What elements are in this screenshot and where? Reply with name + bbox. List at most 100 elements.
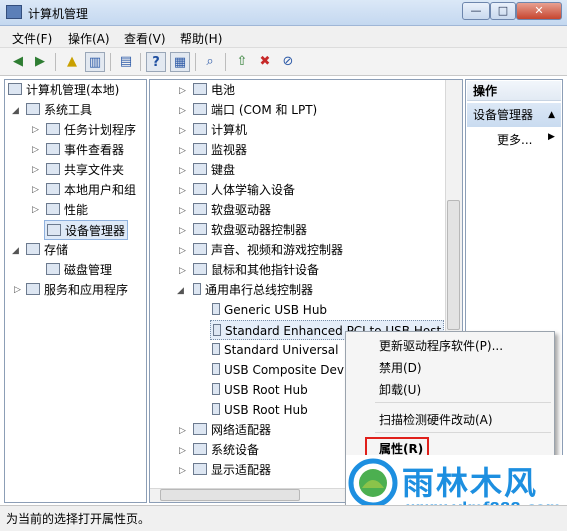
- tree-item-event-viewer[interactable]: 事件查看器: [46, 140, 124, 160]
- device-category[interactable]: 鼠标和其他指针设备: [193, 260, 319, 280]
- tree-label: 服务和应用程序: [44, 283, 129, 297]
- back-icon[interactable]: ◀: [8, 52, 28, 72]
- actions-section-device-manager[interactable]: 设备管理器 ▲: [467, 103, 561, 127]
- device-category[interactable]: 计算机: [193, 120, 247, 140]
- display-adapter-icon: [193, 463, 207, 475]
- tree-label: 系统工具: [44, 103, 93, 117]
- collapse-arrow-icon[interactable]: ▷: [179, 146, 186, 156]
- device-category-network[interactable]: 网络适配器: [193, 420, 271, 440]
- collapse-arrow-icon[interactable]: ▷: [32, 185, 39, 195]
- usb-device-item[interactable]: Standard Universal: [212, 340, 339, 360]
- device-category-system[interactable]: 系统设备: [193, 440, 259, 460]
- shared-folder-icon: [46, 163, 60, 175]
- show-hide-tree-icon[interactable]: ▥: [85, 52, 105, 72]
- collapse-arrow-icon[interactable]: ▷: [32, 145, 39, 155]
- tree-label: 共享文件夹: [64, 163, 125, 177]
- device-category[interactable]: 软盘驱动器控制器: [193, 220, 307, 240]
- export-list-icon[interactable]: ▤: [116, 52, 136, 72]
- tree-system-tools[interactable]: 系统工具: [26, 100, 92, 120]
- collapse-arrow-icon[interactable]: ▷: [32, 205, 39, 215]
- expand-arrow-icon[interactable]: ◢: [177, 286, 184, 296]
- properties-icon[interactable]: ▦: [170, 52, 190, 72]
- device-category-label: 计算机: [211, 123, 248, 137]
- up-folder-icon[interactable]: ▲: [62, 52, 82, 72]
- device-category[interactable]: 声音、视频和游戏控制器: [193, 240, 343, 260]
- collapse-arrow-icon[interactable]: ▷: [32, 125, 39, 135]
- device-category[interactable]: 端口 (COM 和 LPT): [193, 100, 317, 120]
- menu-uninstall[interactable]: 卸载(U): [379, 381, 421, 398]
- collapse-arrow-icon[interactable]: ▷: [179, 166, 186, 176]
- tree-item-shared-folders[interactable]: 共享文件夹: [46, 160, 124, 180]
- device-category[interactable]: 人体学输入设备: [193, 180, 295, 200]
- tree-storage[interactable]: 存储: [26, 240, 68, 260]
- menu-update-driver[interactable]: 更新驱动程序软件(P)...: [379, 337, 503, 354]
- device-category-label: 通用串行总线控制器: [205, 283, 314, 297]
- collapse-arrow-icon[interactable]: ▷: [179, 446, 186, 456]
- usb-device-item[interactable]: USB Root Hub: [212, 380, 308, 400]
- update-driver-icon[interactable]: ⇧: [232, 52, 252, 72]
- menu-file[interactable]: 文件(F): [12, 30, 52, 47]
- menu-disable[interactable]: 禁用(D): [379, 359, 422, 376]
- floppy-drive-icon: [193, 203, 207, 215]
- device-category-label: 声音、视频和游戏控制器: [211, 243, 344, 257]
- more-actions-link[interactable]: 更多...: [497, 131, 532, 148]
- maximize-button[interactable]: □: [490, 2, 516, 20]
- menu-separator: [375, 402, 551, 403]
- network-icon: [193, 423, 207, 435]
- device-manager-icon: [47, 224, 61, 236]
- actions-header: 操作: [467, 81, 561, 101]
- tree-item-task-scheduler[interactable]: 任务计划程序: [46, 120, 136, 140]
- system-devices-icon: [193, 443, 207, 455]
- device-category[interactable]: 电池: [193, 80, 235, 100]
- expand-arrow-icon[interactable]: ◢: [12, 106, 19, 116]
- uninstall-icon[interactable]: ✖: [255, 52, 275, 72]
- usb-device-label: USB Root Hub: [224, 403, 308, 417]
- usb-device-item[interactable]: Generic USB Hub: [212, 300, 327, 320]
- device-category-display[interactable]: 显示适配器: [193, 460, 271, 480]
- menu-action[interactable]: 操作(A): [68, 30, 110, 47]
- tree-item-local-users[interactable]: 本地用户和组: [46, 180, 136, 200]
- menu-scan-hardware[interactable]: 扫描检测硬件改动(A): [379, 411, 493, 428]
- collapse-arrow-icon[interactable]: ▷: [32, 165, 39, 175]
- floppy-controller-icon: [193, 223, 207, 235]
- collapse-arrow-icon[interactable]: ▷: [179, 186, 186, 196]
- device-category[interactable]: 监视器: [193, 140, 247, 160]
- tree-services[interactable]: 服务和应用程序: [26, 280, 128, 300]
- collapse-arrow-icon[interactable]: ▷: [14, 285, 21, 295]
- collapse-arrow-icon[interactable]: ▷: [179, 246, 186, 256]
- collapse-arrow-icon[interactable]: ▷: [179, 226, 186, 236]
- device-category-label: 显示适配器: [211, 463, 272, 477]
- expand-arrow-icon[interactable]: ◢: [12, 246, 19, 256]
- minimize-button[interactable]: —: [462, 2, 490, 20]
- collapse-arrow-icon[interactable]: ▷: [179, 86, 186, 96]
- tree-item-disk-management[interactable]: 磁盘管理: [46, 260, 112, 280]
- forward-icon[interactable]: ▶: [30, 52, 50, 72]
- device-category[interactable]: 键盘: [193, 160, 235, 180]
- collapse-arrow-icon[interactable]: ▷: [179, 106, 186, 116]
- horizontal-scrollbar-thumb[interactable]: [160, 489, 300, 501]
- close-button[interactable]: ✕: [516, 2, 562, 20]
- usb-device-label: USB Composite Dev: [224, 363, 345, 377]
- vertical-scrollbar-thumb[interactable]: [447, 200, 460, 330]
- usb-device-item[interactable]: USB Composite Dev: [212, 360, 344, 380]
- disable-icon[interactable]: ⊘: [278, 52, 298, 72]
- collapse-arrow-icon[interactable]: ▷: [179, 206, 186, 216]
- rainforest-logo-icon: [348, 458, 398, 508]
- menu-help[interactable]: 帮助(H): [180, 30, 222, 47]
- menu-view[interactable]: 查看(V): [124, 30, 166, 47]
- scan-hardware-icon[interactable]: ⌕: [200, 52, 220, 72]
- collapse-arrow-icon[interactable]: ▷: [179, 126, 186, 136]
- device-category[interactable]: 软盘驱动器: [193, 200, 271, 220]
- collapse-up-icon[interactable]: ▲: [548, 103, 555, 127]
- tree-item-device-manager[interactable]: 设备管理器: [44, 220, 129, 240]
- device-category-usb[interactable]: 通用串行总线控制器: [193, 280, 313, 300]
- tree-root[interactable]: 计算机管理(本地): [8, 80, 119, 100]
- tree-item-performance[interactable]: 性能: [46, 200, 88, 220]
- usb-device-item[interactable]: USB Root Hub: [212, 400, 308, 420]
- collapse-arrow-icon[interactable]: ▷: [179, 266, 186, 276]
- hid-icon: [193, 183, 207, 195]
- collapse-arrow-icon[interactable]: ▷: [179, 466, 186, 476]
- collapse-arrow-icon[interactable]: ▷: [179, 426, 186, 436]
- help-icon[interactable]: ?: [146, 52, 166, 72]
- toolbar-separator: [140, 53, 141, 71]
